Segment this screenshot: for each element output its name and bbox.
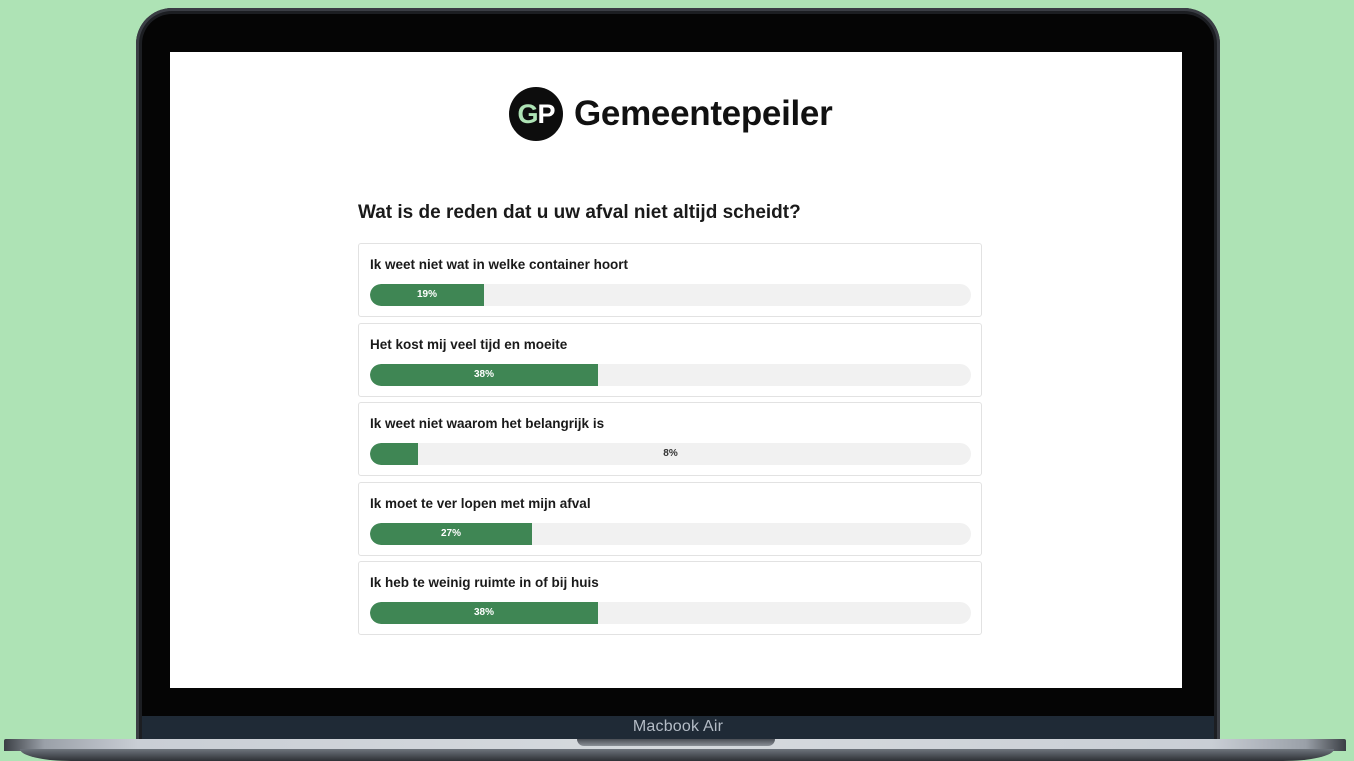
result-percent: 38% [473,607,494,618]
poll-option[interactable]: Ik weet niet waarom het belangrijk is 8% [358,402,982,476]
stage: Macbook Air GP Gemeentepeiler Wat is de … [0,0,1354,761]
brand-name: Gemeentepeiler [574,94,833,133]
laptop-base-edge [20,749,1334,761]
poll-options: Ik weet niet wat in welke container hoor… [358,243,982,641]
brand-header: GP Gemeentepeiler [509,87,833,141]
poll-option-label: Ik weet niet waarom het belangrijk is [370,416,605,431]
poll-option-label: Ik moet te ver lopen met mijn afval [370,495,591,511]
poll-option[interactable]: Ik weet niet wat in welke container hoor… [358,243,982,317]
screen: GP Gemeentepeiler Wat is de reden dat u … [170,52,1182,688]
device-label: Macbook Air [632,718,724,735]
poll-option-label: Ik weet niet wat in welke container hoor… [370,257,629,272]
poll-option-label: Ik heb te weinig ruimte in of bij huis [370,575,599,590]
laptop-notch [577,739,775,746]
result-percent: 19% [416,289,437,300]
logo-icon: GP [509,87,563,141]
poll-option[interactable]: Ik heb te weinig ruimte in of bij huis 3… [358,561,982,635]
result-percent: 27% [440,527,461,539]
result-percent: 38% [473,368,494,380]
logo-letter-p: P [537,98,556,129]
result-bar-track: 38% [370,363,971,386]
result-bar-track: 19% [370,284,971,306]
result-bar-track: 38% [370,602,971,624]
result-bar-track: 27% [370,522,971,545]
result-percent: 8% [663,448,678,459]
result-bar-fill [370,443,418,465]
result-bar-track: 8% [370,443,971,465]
poll-option[interactable]: Ik moet te ver lopen met mijn afval 27% [358,481,982,556]
logo-letter-g: G [517,98,538,129]
poll-option-label: Het kost mij veel tijd en moeite [370,336,568,352]
poll-question: Wat is de reden dat u uw afval niet alti… [358,202,801,223]
poll-option[interactable]: Het kost mij veel tijd en moeite 38% [358,322,982,397]
